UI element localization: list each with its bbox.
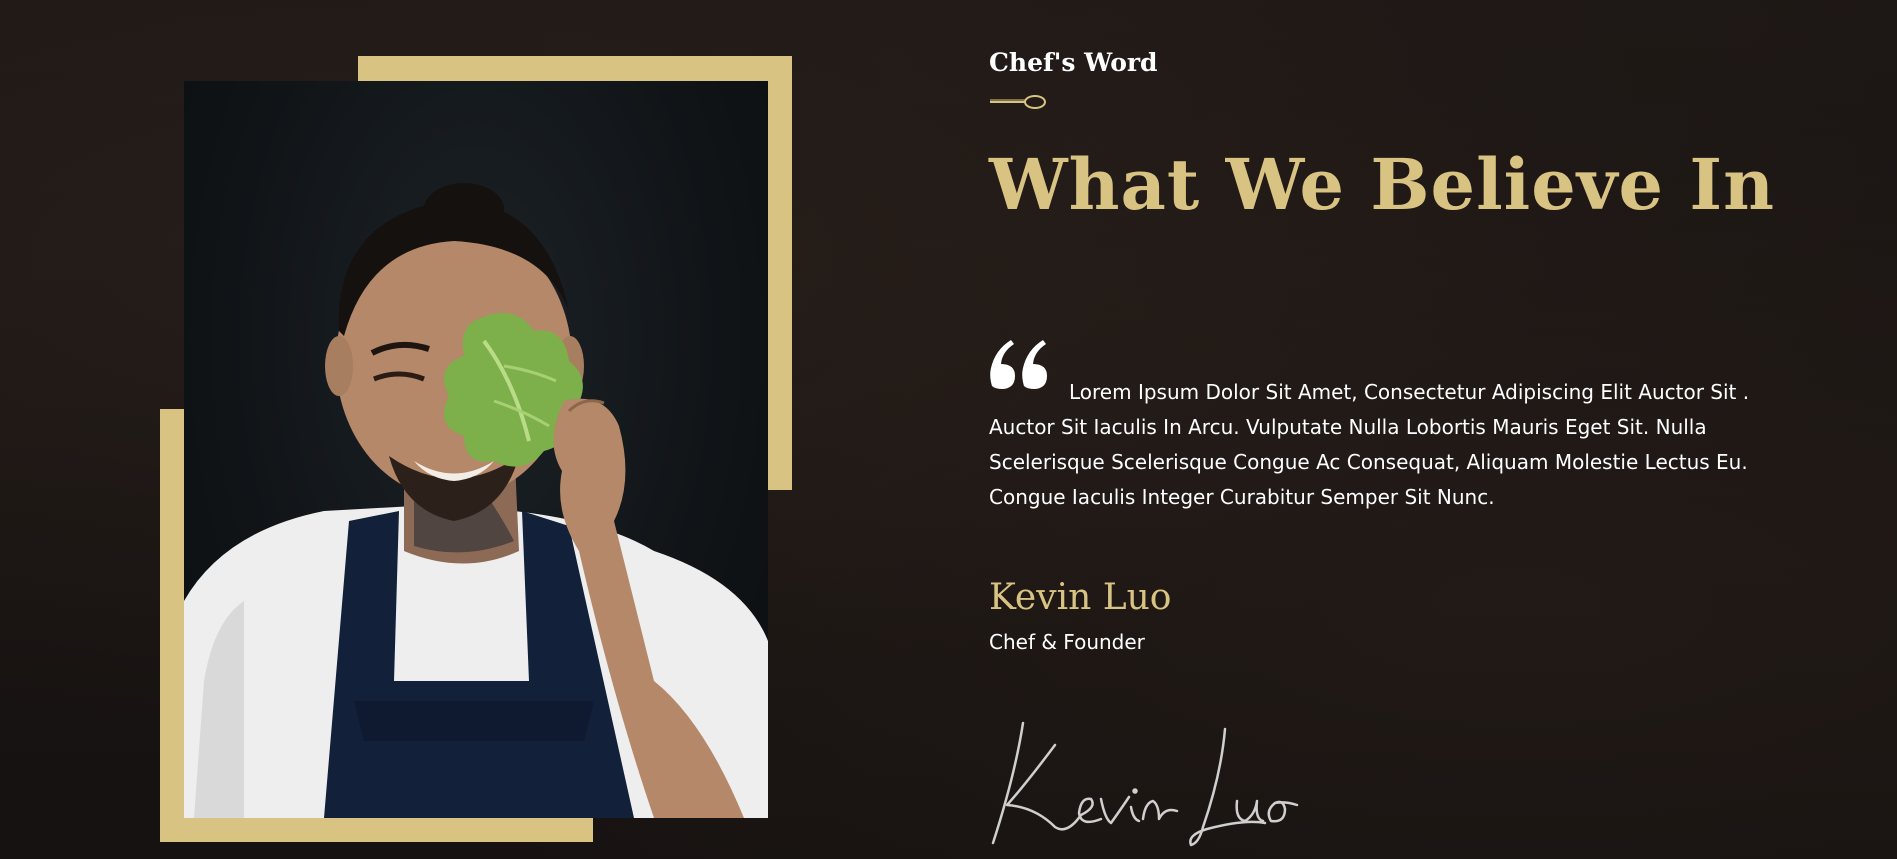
spoon-icon: [990, 95, 1046, 109]
section-eyebrow: Chef's Word: [989, 48, 1158, 77]
signature-image: [991, 721, 1299, 847]
author-role: Chef & Founder: [989, 630, 1145, 654]
chef-quote: Lorem Ipsum Dolor Sit Amet, Consectetur …: [989, 380, 1750, 509]
section-heading: What We Believe In: [989, 143, 1776, 226]
author-name: Kevin Luo: [989, 577, 1172, 618]
chef-photo: [184, 81, 768, 818]
